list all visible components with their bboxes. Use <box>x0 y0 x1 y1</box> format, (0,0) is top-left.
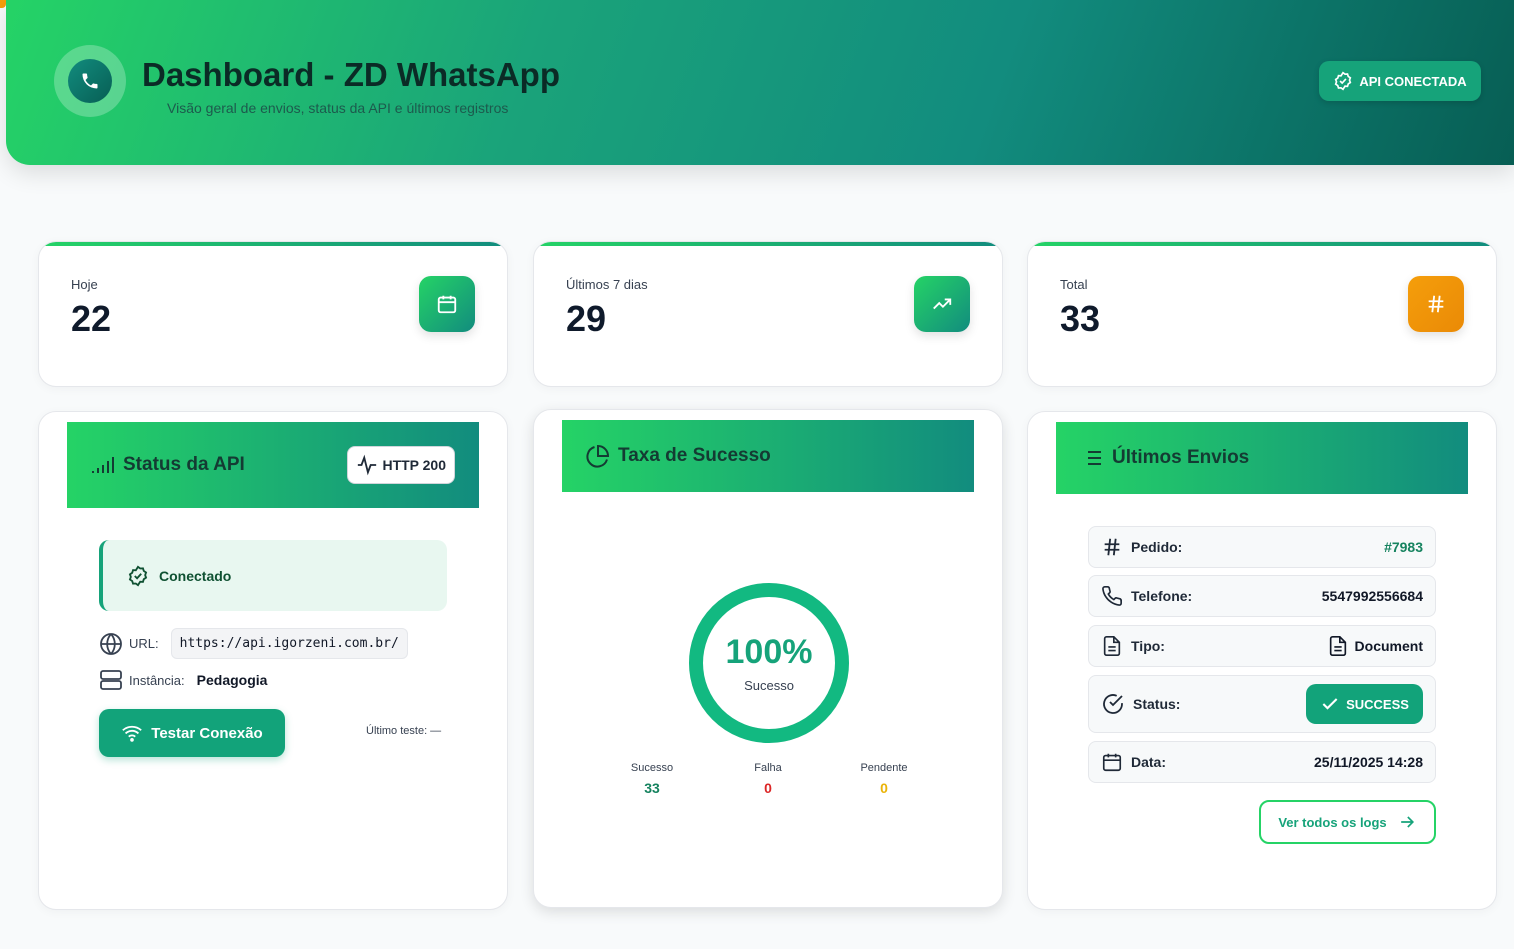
hash-icon <box>1104 538 1120 556</box>
trending-up-icon <box>914 276 970 332</box>
instance-row: Instância: Pedagogia <box>99 668 267 692</box>
instance-value: Pedagogia <box>196 672 268 688</box>
list-icon <box>1083 451 1101 465</box>
stat-value: 29 <box>566 298 607 339</box>
success-rate-panel: Taxa de Sucesso 100% Sucesso Sucesso 33 … <box>533 409 1003 908</box>
phone-icon <box>1102 586 1122 606</box>
stat-value: 33 <box>1060 298 1101 339</box>
url-row: URL: https://api.igorzeni.com.br/ <box>99 628 408 659</box>
check-badge-icon <box>128 565 148 586</box>
connection-status: Conectado <box>99 540 447 611</box>
legend-failure: Falha 0 <box>754 762 782 796</box>
server-icon <box>100 670 122 690</box>
arrow-right-icon <box>1400 816 1414 828</box>
success-percent: 100% <box>725 633 813 671</box>
api-status-badge: API CONECTADA <box>1319 61 1481 101</box>
wifi-icon <box>122 725 143 742</box>
api-status-panel: Status da API HTTP 200 Conectado URL: ht… <box>38 411 508 910</box>
panel-title: Últimos Envios <box>1112 447 1250 468</box>
success-caption: Sucesso <box>744 678 794 693</box>
success-ring: 100% Sucesso <box>688 582 850 744</box>
signal-icon <box>92 457 114 473</box>
stat-label: Hoje <box>71 277 98 292</box>
url-label: URL: <box>129 636 159 651</box>
test-connection-button[interactable]: Testar Conexão <box>99 709 285 757</box>
url-value: https://api.igorzeni.com.br/ <box>170 628 408 659</box>
legend-success: Sucesso 33 <box>630 762 674 796</box>
type-value: Document <box>1327 635 1423 657</box>
stat-card-7days: Últimos 7 dias 29 <box>533 241 1003 387</box>
document-icon <box>1103 636 1121 656</box>
last-test-text: Último teste: — <box>366 725 442 737</box>
legend-pending: Pendente 0 <box>860 762 908 796</box>
document-icon <box>1329 636 1346 656</box>
page-title: Dashboard - ZD WhatsApp <box>142 56 560 93</box>
calendar-icon <box>419 276 475 332</box>
pie-chart-icon <box>586 444 610 468</box>
phone-value: 5547992556684 <box>1321 588 1423 604</box>
api-status-label: API CONECTADA <box>1359 73 1467 89</box>
instance-label: Instância: <box>129 672 185 688</box>
send-row-order: Pedido: #7983 <box>1088 526 1436 568</box>
stat-label: Últimos 7 dias <box>566 277 648 292</box>
status-badge: SUCCESS <box>1306 684 1423 724</box>
success-rate-header: Taxa de Sucesso <box>562 420 974 492</box>
view-all-logs-button[interactable]: Ver todos os logs <box>1259 800 1436 844</box>
calendar-icon <box>1102 753 1122 772</box>
send-row-type: Tipo: Document <box>1088 625 1436 667</box>
page-subtitle: Visão geral de envios, status da API e ú… <box>167 100 509 116</box>
stat-label: Total <box>1060 277 1088 292</box>
send-row-status: Status: SUCCESS <box>1088 675 1436 733</box>
http-status-badge: HTTP 200 <box>347 446 455 484</box>
check-circle-icon <box>1103 694 1123 714</box>
send-row-date: Data: 25/11/2025 14:28 <box>1088 741 1436 783</box>
check-circle-icon <box>1334 71 1352 91</box>
date-value: 25/11/2025 14:28 <box>1314 754 1423 770</box>
panel-title: Status da API <box>123 454 245 475</box>
page-header: Dashboard - ZD WhatsApp Visão geral de e… <box>6 0 1514 165</box>
panel-title: Taxa de Sucesso <box>618 445 771 466</box>
last-sends-panel: Últimos Envios Pedido: #7983 Telefone: 5… <box>1027 411 1497 910</box>
globe-icon <box>100 632 122 655</box>
last-sends-header: Últimos Envios <box>1056 422 1468 494</box>
hash-icon <box>1408 276 1464 332</box>
stat-value: 22 <box>71 298 112 339</box>
stat-card-today: Hoje 22 <box>38 241 508 387</box>
send-row-phone: Telefone: 5547992556684 <box>1088 575 1436 617</box>
phone-icon <box>82 73 98 89</box>
order-value: #7983 <box>1384 539 1423 555</box>
check-icon <box>1322 698 1338 710</box>
activity-icon <box>358 454 377 476</box>
stat-card-total: Total 33 <box>1027 241 1497 387</box>
api-status-header: Status da API HTTP 200 <box>67 422 479 508</box>
app-logo <box>54 45 126 117</box>
